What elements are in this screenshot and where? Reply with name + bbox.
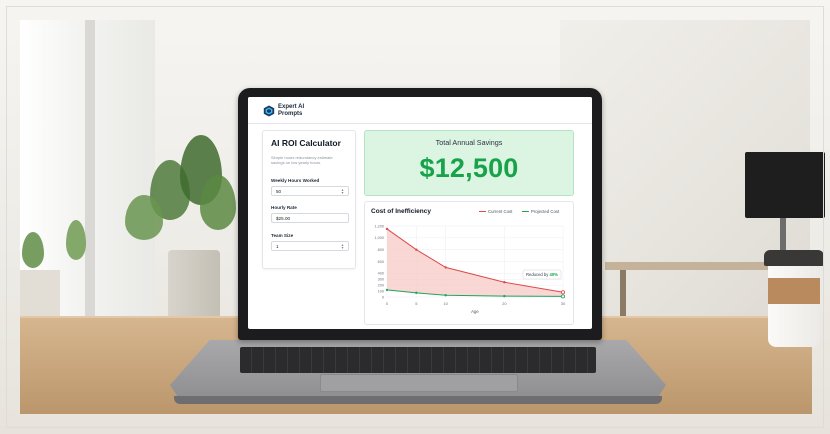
x-axis-label: Age xyxy=(471,309,479,314)
plant-leaf xyxy=(22,232,44,268)
plant-pot xyxy=(168,250,220,320)
y-tick-label: 100 xyxy=(378,289,384,293)
hourly-rate-label: Hourly Rate xyxy=(271,205,297,210)
y-tick-label: 1,000 xyxy=(374,236,384,240)
area-fill xyxy=(387,228,563,297)
data-point xyxy=(444,266,447,269)
data-point xyxy=(385,288,389,292)
hourly-rate-input[interactable]: $25.00 xyxy=(271,213,349,223)
data-point xyxy=(385,227,389,231)
calculator-description: Simple hours redundancy estimate savings… xyxy=(271,155,333,165)
x-tick-label: 20 xyxy=(502,301,507,306)
data-point xyxy=(560,294,565,299)
data-point xyxy=(415,248,418,251)
annotation-prefix: Reduced by xyxy=(526,272,550,277)
x-tick-label: 30 xyxy=(561,301,566,306)
cup-sleeve xyxy=(768,278,820,304)
small-plant-pot xyxy=(20,270,60,320)
savings-value: $12,500 xyxy=(419,153,519,183)
app-header: Expert AI Prompts xyxy=(248,97,592,124)
annotation-value: 40% xyxy=(550,272,559,277)
weekly-hours-value: 50 xyxy=(276,189,282,194)
calculator-title: AI ROI Calculator xyxy=(271,138,341,148)
x-tick-label: 0 xyxy=(386,301,389,306)
y-tick-label: 300 xyxy=(378,278,384,282)
calculator-card: AI ROI Calculator Simple hours redundanc… xyxy=(262,130,356,269)
data-point xyxy=(503,294,506,298)
laptop-trackpad xyxy=(320,374,518,392)
data-point xyxy=(415,291,418,295)
stepper-icon[interactable]: ▴ ▾ xyxy=(340,243,345,250)
y-tick-label: 800 xyxy=(378,248,384,252)
background-monitor xyxy=(745,152,825,218)
chart-card: Cost of Inefficiency Current Cost Projec… xyxy=(364,201,574,325)
coffee-cup xyxy=(768,262,820,347)
cup-lid xyxy=(764,250,824,266)
line-chart: 0 100200 300 400 600 800 1,000 1,200 0 5 10 20 30 Age… xyxy=(374,224,566,314)
plant-leaf xyxy=(125,195,163,240)
data-point xyxy=(560,290,565,295)
laptop-screen: Expert AI Prompts AI ROI Calculator Simp… xyxy=(248,97,592,329)
team-size-label: Team Size xyxy=(271,233,294,238)
weekly-hours-label: Weekly Hours Worked xyxy=(271,178,320,183)
team-size-value: 1 xyxy=(276,244,279,249)
y-tick-label: 200 xyxy=(378,284,384,288)
y-tick-label: 0 xyxy=(382,295,384,299)
stepper-icon[interactable]: ▴ ▾ xyxy=(340,188,345,195)
team-size-input[interactable]: 1 ▴ ▾ xyxy=(271,241,349,251)
y-tick-label: 400 xyxy=(378,272,384,276)
hourly-rate-value: $25.00 xyxy=(276,216,291,221)
plant-leaf xyxy=(66,220,86,260)
brand-logo-icon xyxy=(263,105,275,117)
x-tick-label: 5 xyxy=(415,301,418,306)
window-frame xyxy=(85,20,95,320)
laptop-keyboard xyxy=(240,347,596,373)
laptop-base-front xyxy=(174,396,662,404)
x-tick-label: 10 xyxy=(443,301,448,306)
data-point xyxy=(503,281,506,284)
data-point xyxy=(444,294,447,297)
y-tick-label: 1,200 xyxy=(374,224,384,228)
annotation-text: Reduced by 40% xyxy=(526,272,558,277)
savings-label: Total Annual Savings xyxy=(435,138,503,147)
savings-card: Total Annual Savings $12,500 xyxy=(364,130,574,196)
brand-name[interactable]: Expert AI Prompts xyxy=(278,104,318,117)
y-tick-label: 600 xyxy=(378,260,384,264)
weekly-hours-input[interactable]: 50 ▴ ▾ xyxy=(271,186,349,196)
desk-leg xyxy=(620,270,626,320)
plant-leaf xyxy=(200,175,236,230)
